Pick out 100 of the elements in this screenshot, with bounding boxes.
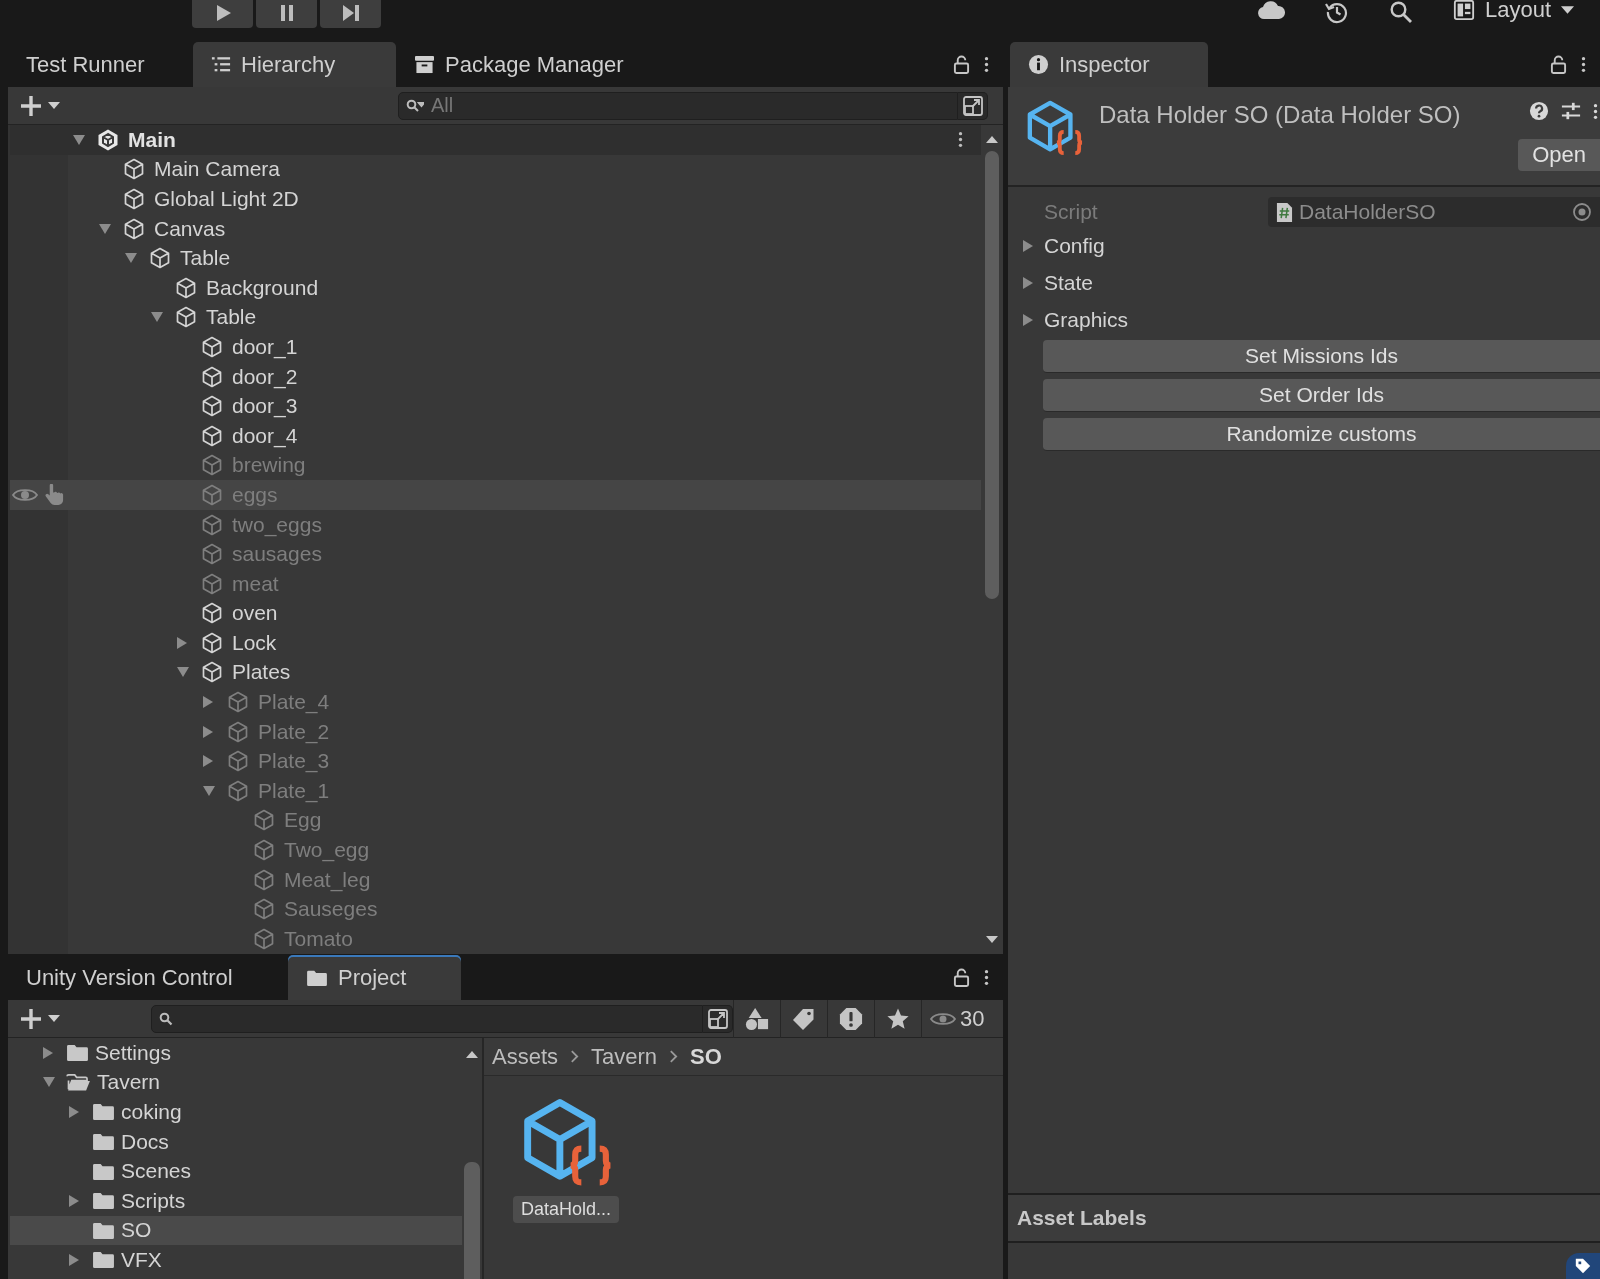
- more-options-icon[interactable]: [958, 130, 963, 150]
- help-icon[interactable]: [1529, 101, 1549, 121]
- folder-item[interactable]: Settings: [10, 1038, 462, 1068]
- expand-arrow-icon[interactable]: [68, 1252, 80, 1267]
- script-field[interactable]: DataHolderSO: [1268, 197, 1600, 227]
- hierarchy-item[interactable]: Plates: [10, 657, 981, 688]
- hierarchy-item[interactable]: oven: [10, 598, 981, 629]
- label-tag-button[interactable]: [1566, 1253, 1600, 1279]
- asset-name[interactable]: DataHold...: [512, 1196, 619, 1223]
- hierarchy-item[interactable]: Lock: [10, 628, 981, 658]
- tab[interactable]: Unity Version Control: [8, 955, 288, 1000]
- layout-dropdown[interactable]: Layout: [1452, 0, 1574, 23]
- folder-item[interactable]: Tavern: [10, 1067, 462, 1098]
- lock-icon[interactable]: [953, 968, 970, 987]
- more-options-icon[interactable]: [1581, 55, 1586, 74]
- scrollbar-thumb[interactable]: [985, 151, 999, 599]
- expand-arrow-icon[interactable]: [68, 1193, 80, 1208]
- foldout[interactable]: Config: [1008, 227, 1600, 264]
- cube-icon: [226, 690, 250, 715]
- more-options-icon[interactable]: [1593, 101, 1598, 121]
- tab[interactable]: Test Runner: [8, 42, 190, 87]
- collapse-arrow-icon[interactable]: [98, 222, 112, 235]
- hierarchy-item[interactable]: Main Camera: [10, 154, 981, 185]
- collapse-arrow-icon[interactable]: [124, 252, 138, 265]
- play-button[interactable]: [192, 0, 253, 28]
- open-folder-icon: [66, 1072, 91, 1092]
- cube-icon: [200, 542, 224, 567]
- cube-icon: [200, 364, 224, 389]
- open-button[interactable]: Open: [1518, 139, 1600, 171]
- collapse-arrow-icon[interactable]: [72, 133, 86, 146]
- scene-item[interactable]: Main: [10, 125, 981, 155]
- breadcrumb-item[interactable]: SO: [690, 1043, 722, 1070]
- hierarchy-item[interactable]: Global Light 2D: [10, 184, 981, 214]
- cube-icon: [200, 601, 224, 626]
- hidden-packages-button[interactable]: 30: [921, 999, 993, 1038]
- search-field[interactable]: [151, 1004, 703, 1033]
- object-picker-icon[interactable]: [1572, 202, 1592, 222]
- tag-icon: [1574, 1257, 1592, 1275]
- folder-item[interactable]: SO: [10, 1215, 462, 1246]
- action-button[interactable]: Set Order Ids: [1043, 379, 1600, 412]
- folder-item[interactable]: Scripts: [10, 1185, 462, 1216]
- scroll-down-arrow-icon[interactable]: [986, 936, 998, 944]
- folder-icon: [92, 1161, 115, 1181]
- step-button[interactable]: [320, 0, 381, 28]
- expand-arrow-icon[interactable]: [1022, 275, 1034, 290]
- pause-button[interactable]: [256, 0, 317, 28]
- expand-arrow-icon[interactable]: [1022, 238, 1034, 253]
- scroll-up-arrow-icon[interactable]: [986, 135, 998, 143]
- breadcrumb-item[interactable]: Assets: [492, 1043, 559, 1070]
- tab[interactable]: Hierarchy: [193, 42, 396, 87]
- cube-icon: [200, 394, 224, 419]
- breadcrumb-item[interactable]: Tavern: [591, 1043, 658, 1070]
- more-options-icon[interactable]: [984, 968, 989, 987]
- tag-icon: [792, 1006, 816, 1031]
- expand-arrow-icon[interactable]: [1022, 312, 1034, 327]
- tab[interactable]: Project: [288, 955, 461, 1000]
- sliders-icon[interactable]: [1561, 101, 1581, 121]
- hierarchy-item[interactable]: Table: [10, 243, 981, 273]
- scrollbar-thumb[interactable]: [464, 1162, 480, 1279]
- search-icon[interactable]: [1388, 0, 1413, 24]
- hierarchy-item[interactable]: Canvas: [10, 213, 981, 244]
- collapse-arrow-icon[interactable]: [176, 666, 190, 679]
- hierarchy-item[interactable]: Table: [10, 302, 981, 333]
- tab[interactable]: Inspector: [1010, 42, 1208, 87]
- search-icon: [406, 98, 424, 113]
- plus-icon: [20, 94, 42, 117]
- foldout[interactable]: State: [1008, 264, 1600, 301]
- step-icon: [340, 3, 361, 23]
- hierarchy-item[interactable]: door_1: [10, 332, 981, 362]
- lock-icon[interactable]: [1550, 55, 1567, 74]
- hierarchy-item[interactable]: door_3: [10, 391, 981, 421]
- folder-item[interactable]: coking: [10, 1097, 462, 1127]
- cube-icon: [200, 512, 224, 537]
- popout-icon: [706, 1007, 729, 1030]
- action-button[interactable]: Set Missions Ids: [1043, 340, 1600, 373]
- folder-item[interactable]: Scenes: [10, 1156, 462, 1186]
- scroll-up-arrow-icon[interactable]: [466, 1050, 478, 1058]
- hierarchy-item[interactable]: door_4: [10, 420, 981, 451]
- folder-item[interactable]: VFX: [10, 1245, 462, 1275]
- cloud-icon[interactable]: [1256, 0, 1285, 20]
- more-options-icon[interactable]: [984, 55, 989, 74]
- popout-button[interactable]: [958, 91, 988, 120]
- hierarchy-item[interactable]: door_2: [10, 361, 981, 392]
- expand-arrow-icon[interactable]: [176, 635, 188, 650]
- lock-icon[interactable]: [953, 55, 970, 74]
- collapse-arrow-icon[interactable]: [150, 311, 164, 324]
- hierarchy-item[interactable]: Background: [10, 272, 981, 303]
- foldout[interactable]: Graphics: [1008, 301, 1600, 338]
- folder-icon: [92, 1220, 115, 1240]
- expand-arrow-icon[interactable]: [42, 1045, 54, 1060]
- expand-arrow-icon[interactable]: [68, 1105, 80, 1119]
- search-field[interactable]: All: [398, 91, 958, 120]
- tab[interactable]: Package Manager: [396, 42, 646, 87]
- action-button[interactable]: Randomize customs: [1043, 418, 1600, 451]
- cube-logo-icon: [96, 127, 120, 152]
- history-icon[interactable]: [1324, 0, 1349, 24]
- cube-icon: [226, 778, 250, 803]
- collapse-arrow-icon[interactable]: [42, 1076, 56, 1089]
- folder-item[interactable]: Docs: [10, 1126, 462, 1157]
- popout-button[interactable]: [703, 1004, 733, 1033]
